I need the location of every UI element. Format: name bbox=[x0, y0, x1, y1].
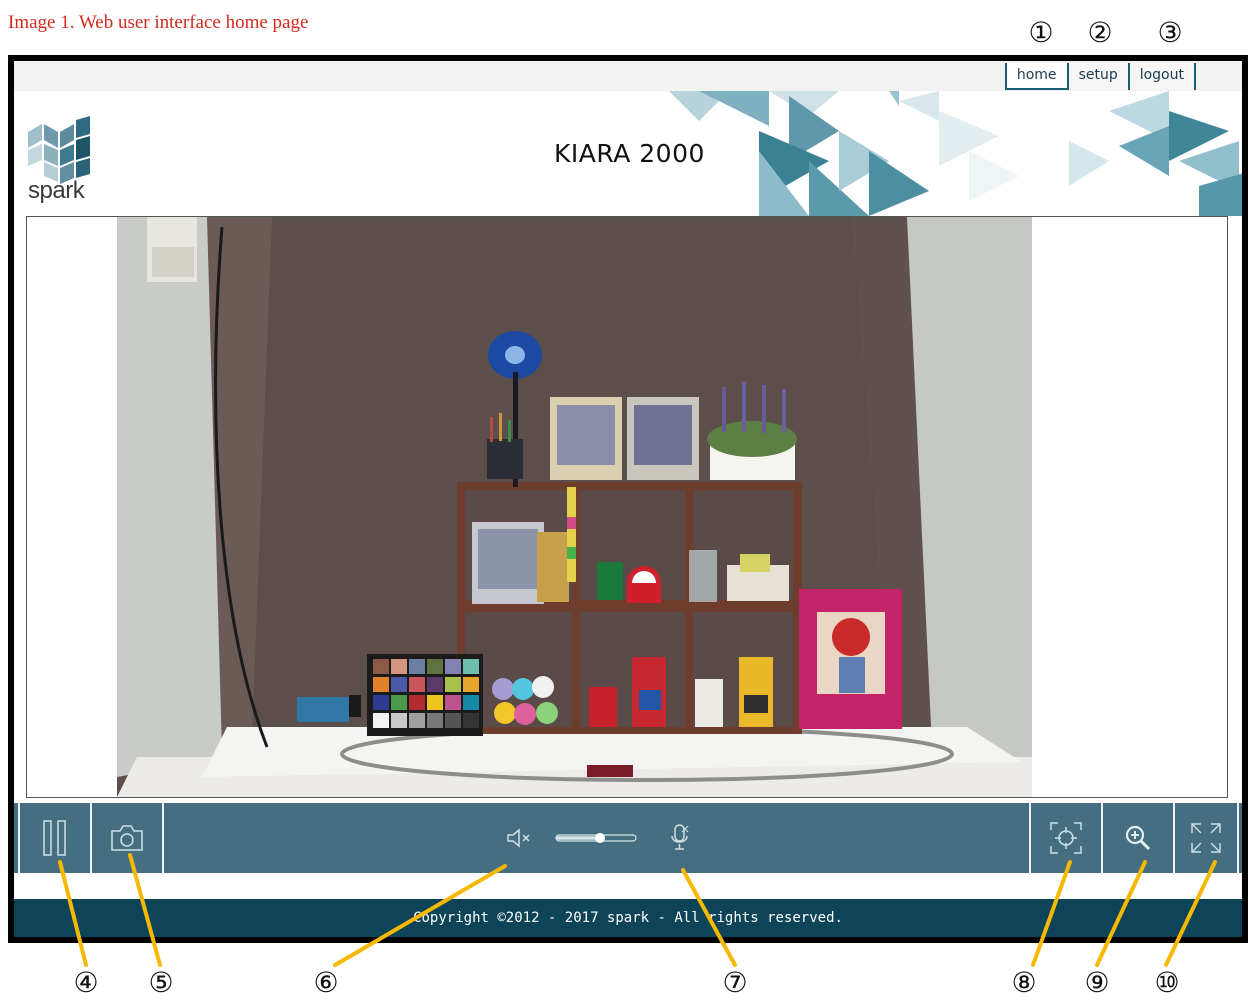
camera-icon bbox=[111, 825, 143, 851]
ptz-control-button[interactable] bbox=[1031, 803, 1101, 873]
callout-1: ① bbox=[1028, 16, 1054, 49]
crosshair-icon bbox=[1050, 822, 1082, 854]
player-control-bar bbox=[14, 803, 1242, 873]
mute-button[interactable] bbox=[502, 803, 538, 873]
callout-7: ⑦ bbox=[722, 966, 748, 999]
zoom-button[interactable] bbox=[1103, 803, 1173, 873]
callout-5: ⑤ bbox=[148, 966, 174, 999]
volume-slider-thumb[interactable] bbox=[595, 833, 605, 843]
nav-setup[interactable]: setup bbox=[1068, 63, 1130, 90]
callout-2: ② bbox=[1087, 16, 1113, 49]
page-header: spark KIARA 2000 bbox=[14, 91, 1242, 216]
microphone-muted-icon bbox=[671, 824, 689, 850]
callout-8: ⑧ bbox=[1011, 966, 1037, 999]
live-video-view[interactable] bbox=[26, 216, 1228, 798]
volume-slider-track bbox=[555, 833, 637, 843]
logo-text: spark bbox=[28, 177, 85, 204]
speaker-muted-icon bbox=[507, 828, 530, 848]
web-page: home setup logout spark KIARA 2000 Copyr… bbox=[14, 61, 1242, 937]
top-nav-bar: home setup logout bbox=[14, 61, 1242, 91]
callout-9: ⑨ bbox=[1084, 966, 1110, 999]
nav-home[interactable]: home bbox=[1004, 63, 1069, 90]
volume-slider[interactable] bbox=[552, 803, 642, 873]
microphone-button[interactable] bbox=[662, 803, 698, 873]
nav-tabs: home setup logout bbox=[1004, 63, 1196, 90]
figure-caption: Image 1. Web user interface home page bbox=[8, 12, 309, 33]
callout-4: ④ bbox=[73, 966, 99, 999]
banner-decoration bbox=[669, 91, 1242, 216]
nav-logout[interactable]: logout bbox=[1129, 63, 1196, 90]
zoom-in-icon bbox=[1125, 825, 1151, 851]
fullscreen-icon bbox=[1191, 823, 1221, 853]
callout-6: ⑥ bbox=[313, 966, 339, 999]
camera-feed-image bbox=[27, 217, 1227, 797]
callout-3: ③ bbox=[1157, 16, 1183, 49]
callout-10: ⑩ bbox=[1154, 966, 1180, 999]
snapshot-button[interactable] bbox=[92, 803, 162, 873]
pause-button[interactable] bbox=[20, 803, 90, 873]
page-footer: Copyright ©2012 - 2017 spark - All right… bbox=[14, 899, 1242, 937]
copyright-text: Copyright ©2012 - 2017 spark - All right… bbox=[413, 910, 843, 926]
screenshot-frame: home setup logout spark KIARA 2000 Copyr… bbox=[8, 55, 1248, 943]
fullscreen-button[interactable] bbox=[1175, 803, 1237, 873]
pause-icon bbox=[43, 820, 66, 856]
